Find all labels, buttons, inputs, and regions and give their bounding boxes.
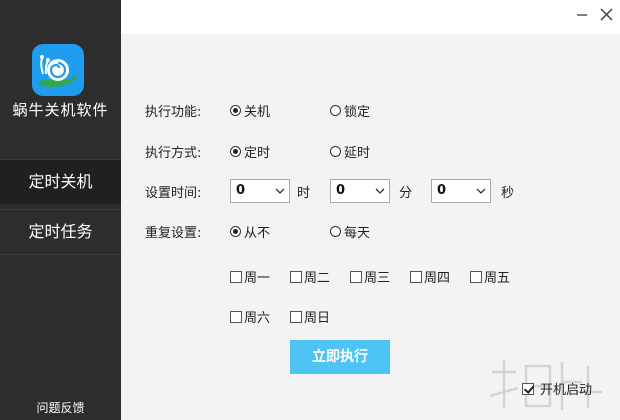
minute-select[interactable]: 0	[330, 179, 390, 203]
checkbox-sunday[interactable]: 周日	[290, 307, 330, 326]
checkbox-label: 周二	[304, 271, 331, 286]
checkbox-autostart[interactable]: 开机启动	[522, 379, 592, 398]
hour-value: 0	[236, 183, 246, 198]
checkbox-label: 周六	[244, 311, 271, 326]
repeat-label: 重复设置:	[145, 226, 202, 241]
close-button[interactable]	[596, 4, 618, 26]
function-label: 执行功能:	[145, 105, 202, 120]
checkbox-label: 周五	[484, 271, 511, 286]
snail-logo-icon	[32, 44, 84, 96]
checkbox-box	[470, 270, 482, 283]
checkbox-label: 周日	[304, 311, 331, 326]
hour-select[interactable]: 0	[230, 179, 290, 203]
radio-delay[interactable]: 延时	[330, 142, 370, 161]
checkbox-box	[410, 270, 422, 283]
close-icon	[600, 8, 613, 21]
feedback-link[interactable]: 问题反馈	[0, 399, 121, 416]
radio-label: 锁定	[344, 105, 371, 120]
checkbox-label: 周三	[364, 271, 391, 286]
radio-never[interactable]: 从不	[230, 222, 270, 241]
radio-shutdown[interactable]: 关机	[230, 101, 270, 120]
checkbox-wednesday[interactable]: 周三	[350, 267, 390, 286]
radio-dot	[230, 146, 241, 157]
radio-dot	[330, 226, 341, 237]
checkbox-label: 周四	[424, 271, 451, 286]
sidebar-item-scheduled-tasks[interactable]: 定时任务	[0, 210, 121, 254]
minimize-icon	[577, 14, 587, 16]
checkbox-box	[290, 310, 302, 323]
radio-dot	[230, 105, 241, 116]
radio-daily[interactable]: 每天	[330, 222, 370, 241]
radio-lock[interactable]: 锁定	[330, 101, 370, 120]
checkbox-box	[522, 382, 534, 395]
second-value: 0	[437, 183, 447, 198]
radio-label: 定时	[244, 146, 271, 161]
checkbox-tuesday[interactable]: 周二	[290, 267, 330, 286]
hour-unit: 时	[297, 186, 311, 201]
radio-dot	[230, 226, 241, 237]
checkbox-friday[interactable]: 周五	[470, 267, 510, 286]
sidebar: 蜗牛关机软件 定时关机 定时任务 问题反馈	[0, 0, 121, 420]
checkbox-saturday[interactable]: 周六	[230, 307, 270, 326]
checkbox-box	[350, 270, 362, 283]
time-label: 设置时间:	[145, 186, 202, 201]
chevron-down-icon	[375, 188, 385, 194]
second-select[interactable]: 0	[431, 179, 491, 203]
mode-label: 执行方式:	[145, 146, 202, 161]
checkbox-label: 开机启动	[540, 383, 593, 398]
radio-dot	[330, 105, 341, 116]
minimize-button[interactable]	[572, 4, 594, 26]
checkbox-label: 周一	[244, 271, 271, 286]
nav-divider	[0, 254, 121, 255]
checkbox-box	[230, 310, 242, 323]
app-name: 蜗牛关机软件	[12, 101, 109, 119]
chevron-down-icon	[275, 188, 285, 194]
title-bar	[121, 0, 620, 34]
sidebar-item-scheduled-shutdown[interactable]: 定时关机	[0, 160, 121, 204]
checkbox-box	[290, 270, 302, 283]
second-unit: 秒	[501, 186, 515, 201]
radio-scheduled[interactable]: 定时	[230, 142, 270, 161]
checkbox-box	[230, 270, 242, 283]
radio-dot	[330, 146, 341, 157]
radio-label: 延时	[344, 146, 371, 161]
minute-value: 0	[336, 183, 346, 198]
checkbox-monday[interactable]: 周一	[230, 267, 270, 286]
radio-label: 从不	[244, 226, 271, 241]
checkbox-thursday[interactable]: 周四	[410, 267, 450, 286]
radio-label: 关机	[244, 105, 271, 120]
chevron-down-icon	[476, 188, 486, 194]
radio-label: 每天	[344, 226, 371, 241]
minute-unit: 分	[399, 186, 413, 201]
execute-now-button[interactable]: 立即执行	[290, 340, 390, 374]
